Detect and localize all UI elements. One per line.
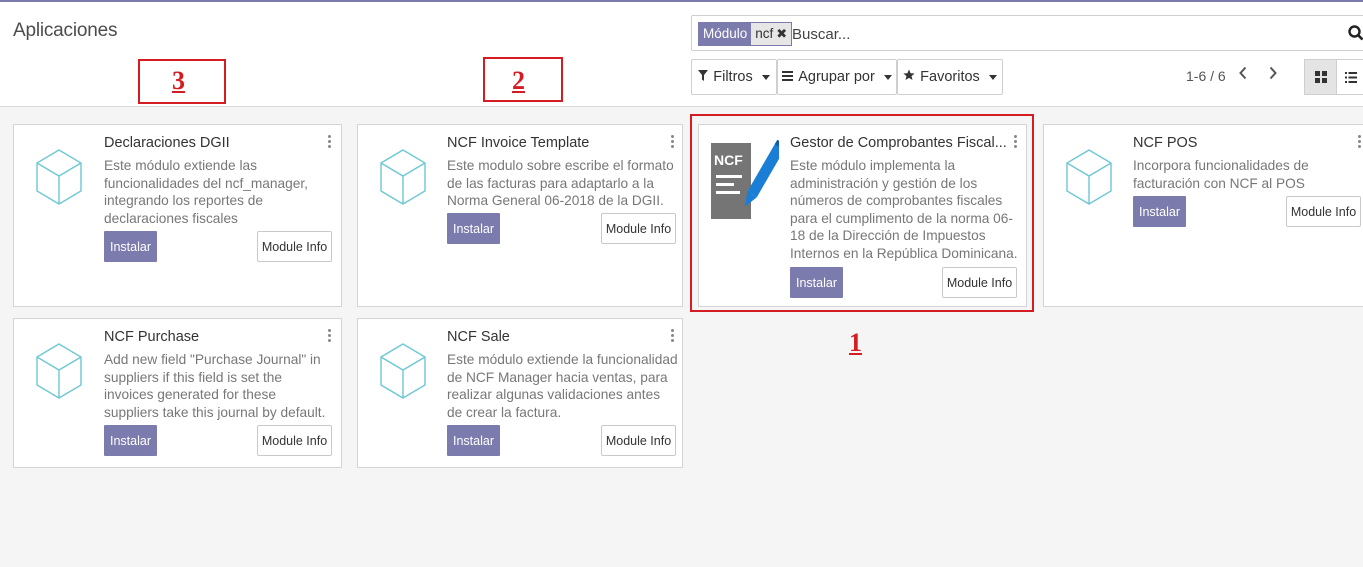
search-icon[interactable] — [1348, 25, 1363, 46]
svg-text:NCF: NCF — [714, 152, 743, 168]
app-name: NCF POS — [1133, 135, 1198, 151]
app-card[interactable]: Declaraciones DGII Este módulo extiende … — [13, 124, 342, 307]
app-description: Incorpora funcionalidades de facturación… — [1133, 158, 1309, 191]
group-by-label: Agrupar por — [798, 69, 875, 85]
pager-previous-button[interactable] — [1238, 64, 1248, 85]
install-button[interactable]: Instalar — [104, 231, 157, 262]
install-button[interactable]: Instalar — [447, 425, 500, 456]
favorites-button[interactable]: Favoritos — [897, 59, 1003, 95]
app-description: Este modulo sobre escribe el formato de … — [447, 158, 674, 208]
annotation-label-1: 1 — [849, 328, 862, 357]
chevron-down-icon — [761, 74, 770, 80]
search-box[interactable]: Módulo ncf ✖ — [691, 15, 1363, 51]
kebab-menu-icon[interactable] — [671, 135, 675, 150]
install-button[interactable]: Instalar — [447, 213, 500, 244]
grid-icon — [1314, 71, 1327, 83]
list-icon — [1345, 71, 1357, 83]
annotation-label-2: 2 — [512, 66, 525, 95]
kanban-view-button[interactable] — [1304, 59, 1337, 95]
module-cube-icon — [378, 145, 428, 216]
kebab-menu-icon[interactable] — [328, 329, 332, 344]
app-description: Este módulo extiende la funcionalidad de… — [447, 352, 678, 420]
breadcrumb[interactable]: Aplicaciones — [13, 20, 117, 42]
search-facet: Módulo ncf ✖ — [698, 22, 793, 46]
favorites-label: Favoritos — [920, 69, 980, 85]
chevron-right-icon — [1269, 66, 1277, 80]
chevron-left-icon — [1239, 66, 1247, 80]
star-icon — [903, 69, 915, 85]
app-name: NCF Sale — [447, 329, 510, 345]
kebab-menu-icon[interactable] — [671, 329, 675, 344]
app-name: Gestor de Comprobantes Fiscal... — [790, 135, 1007, 151]
install-button[interactable]: Instalar — [104, 425, 157, 456]
group-by-button[interactable]: Agrupar por — [777, 59, 897, 95]
kebab-menu-icon[interactable] — [1014, 135, 1018, 150]
module-info-button[interactable]: Module Info — [601, 213, 676, 244]
module-cube-icon — [34, 339, 84, 410]
module-info-button[interactable]: Module Info — [1286, 196, 1361, 227]
kebab-menu-icon[interactable] — [328, 135, 332, 150]
module-info-button[interactable]: Module Info — [257, 425, 332, 456]
filters-label: Filtros — [713, 69, 753, 85]
module-cube-icon — [34, 145, 84, 216]
list-view-button[interactable] — [1336, 59, 1363, 95]
ncf-document-icon: NCF — [711, 135, 787, 228]
module-info-button[interactable]: Module Info — [601, 425, 676, 456]
chevron-down-icon — [988, 74, 997, 80]
app-name: NCF Invoice Template — [447, 135, 590, 151]
app-card[interactable]: NCF POS Incorpora funcionalidades de fac… — [1043, 124, 1363, 307]
module-cube-icon — [378, 339, 428, 410]
app-description: Este módulo extiende las funcionalidades… — [104, 158, 308, 226]
module-cube-icon — [1064, 145, 1114, 216]
search-input[interactable] — [792, 22, 1312, 46]
facet-value: ncf — [755, 26, 774, 41]
app-card[interactable]: NCF Sale Este módulo extiende la funcion… — [357, 318, 683, 468]
control-panel: Aplicaciones Módulo ncf ✖ Filtros Agrupa… — [0, 2, 1363, 107]
list-bars-icon — [782, 69, 794, 85]
app-card[interactable]: NCF Gestor de Comprobantes Fiscal... Est… — [698, 124, 1027, 307]
app-card[interactable]: NCF Invoice Template Este modulo sobre e… — [357, 124, 683, 307]
app-description: Add new field "Purchase Journal" in supp… — [104, 352, 326, 420]
app-name: NCF Purchase — [104, 329, 200, 345]
module-info-button[interactable]: Module Info — [942, 267, 1017, 298]
annotation-label-3: 3 — [172, 66, 185, 95]
app-description: Este módulo implementa la administración… — [790, 158, 1018, 261]
filter-icon — [698, 69, 709, 85]
install-button[interactable]: Instalar — [1133, 196, 1186, 227]
kebab-menu-icon[interactable] — [1358, 135, 1362, 150]
module-info-button[interactable]: Module Info — [257, 231, 332, 262]
pager-next-button[interactable] — [1268, 64, 1278, 85]
facet-remove-icon[interactable]: ✖ — [776, 26, 787, 42]
chevron-down-icon — [883, 74, 892, 80]
filters-button[interactable]: Filtros — [691, 59, 777, 95]
pager-value[interactable]: 1-6 / 6 — [1186, 68, 1226, 84]
app-name: Declaraciones DGII — [104, 135, 230, 151]
facet-label: Módulo — [699, 23, 752, 45]
app-card[interactable]: NCF Purchase Add new field "Purchase Jou… — [13, 318, 342, 468]
install-button[interactable]: Instalar — [790, 267, 843, 298]
facet-value-wrap: ncf ✖ — [751, 23, 792, 45]
